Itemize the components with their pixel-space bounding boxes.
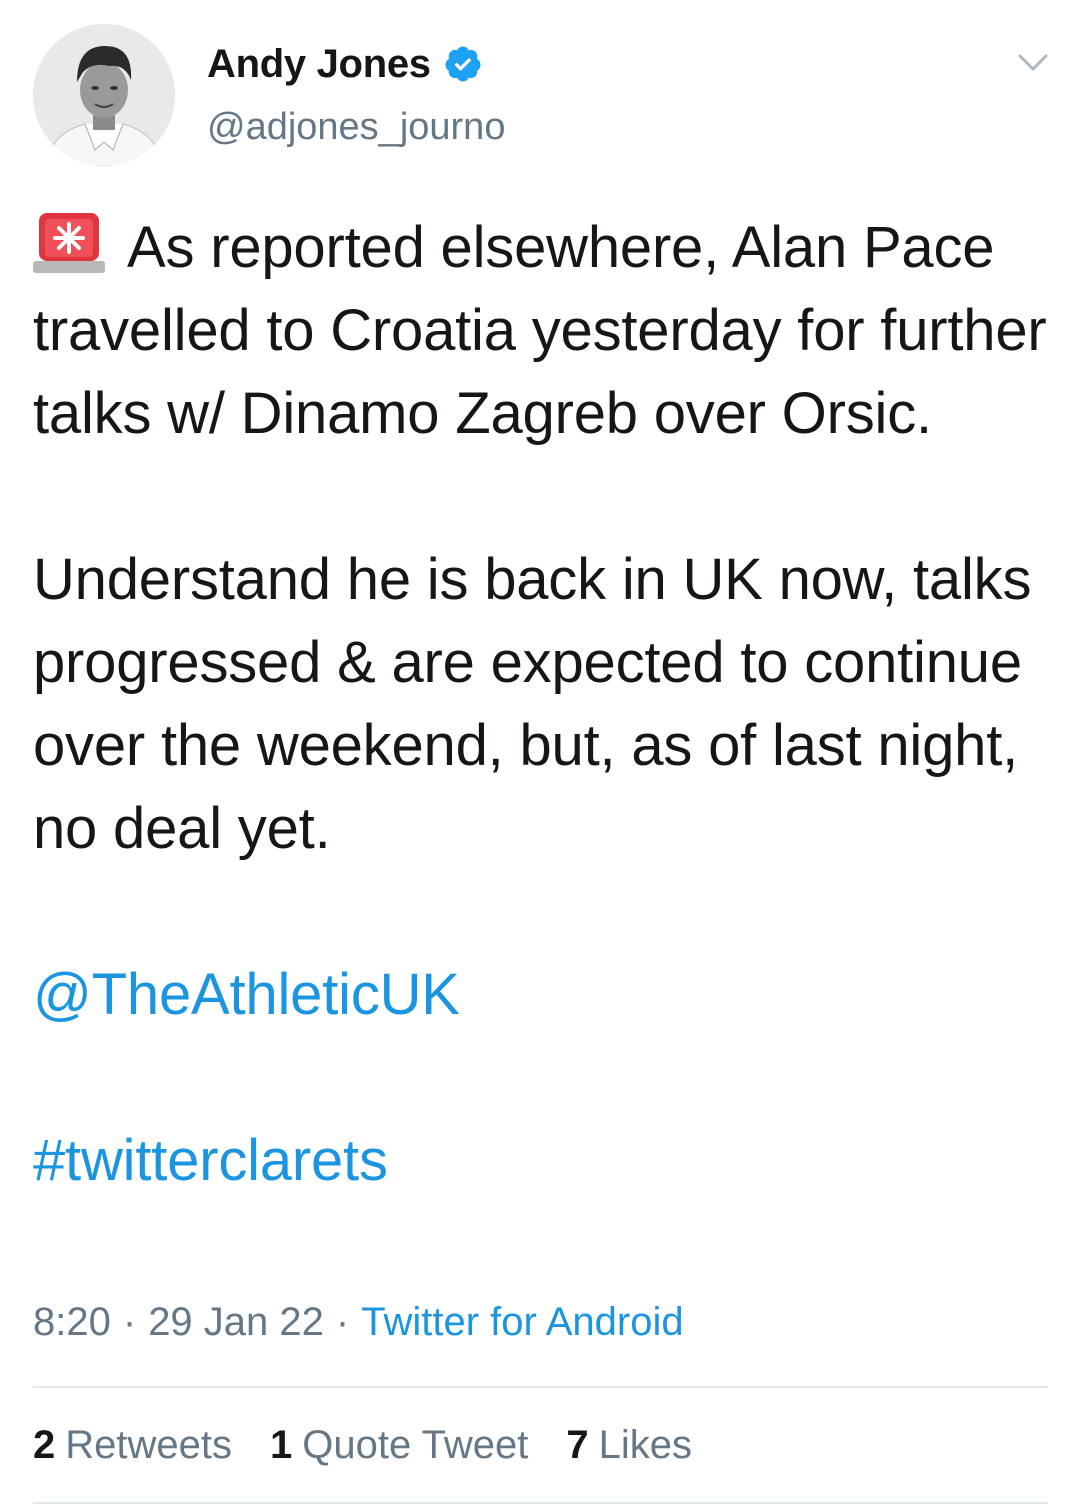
- tweet-source-link[interactable]: Twitter for Android: [361, 1300, 683, 1344]
- display-name[interactable]: Andy Jones: [207, 42, 431, 87]
- police-car-light-icon: [33, 211, 105, 273]
- quote-tweets-label: Quote Tweet: [302, 1423, 529, 1467]
- tweet-paragraph-1-text: As reported elsewhere, Alan Pace travell…: [33, 215, 1047, 446]
- hashtag-link[interactable]: #twitterclarets: [33, 1128, 388, 1193]
- verified-badge-icon: [443, 44, 483, 84]
- retweets-stat[interactable]: 2 Retweets: [33, 1423, 232, 1468]
- quote-tweets-stat[interactable]: 1 Quote Tweet: [270, 1423, 528, 1468]
- tweet-stats: 2 Retweets 1 Quote Tweet 7 Likes: [33, 1423, 730, 1468]
- tweet-time[interactable]: 8:20: [33, 1300, 111, 1344]
- retweets-count: 2: [33, 1423, 56, 1467]
- divider: [33, 1386, 1048, 1388]
- tweet-date[interactable]: 29 Jan 22: [148, 1300, 324, 1344]
- chevron-down-icon[interactable]: [1016, 48, 1050, 76]
- mention-link[interactable]: @TheAthleticUK: [33, 962, 460, 1027]
- likes-label: Likes: [598, 1423, 692, 1467]
- tweet-paragraph-1: As reported elsewhere, Alan Pace travell…: [33, 206, 1053, 455]
- meta-separator: ·: [122, 1300, 137, 1344]
- likes-stat[interactable]: 7 Likes: [566, 1423, 692, 1468]
- tweet-paragraph-2: Understand he is back in UK now, talks p…: [33, 547, 1032, 861]
- meta-separator: ·: [335, 1300, 350, 1344]
- avatar[interactable]: [33, 24, 175, 166]
- retweets-label: Retweets: [65, 1423, 232, 1467]
- tweet-meta: 8:20 · 29 Jan 22 · Twitter for Android: [33, 1300, 684, 1345]
- user-handle[interactable]: @adjones_journo: [207, 106, 505, 149]
- tweet-header: Andy Jones @adjones_journo: [0, 0, 1080, 190]
- name-row: Andy Jones: [207, 38, 483, 90]
- likes-count: 7: [566, 1423, 589, 1467]
- divider: [33, 1502, 1048, 1504]
- quote-tweets-count: 1: [270, 1423, 293, 1467]
- tweet-body: As reported elsewhere, Alan Pace travell…: [33, 206, 1053, 1202]
- avatar-photo: [33, 24, 175, 166]
